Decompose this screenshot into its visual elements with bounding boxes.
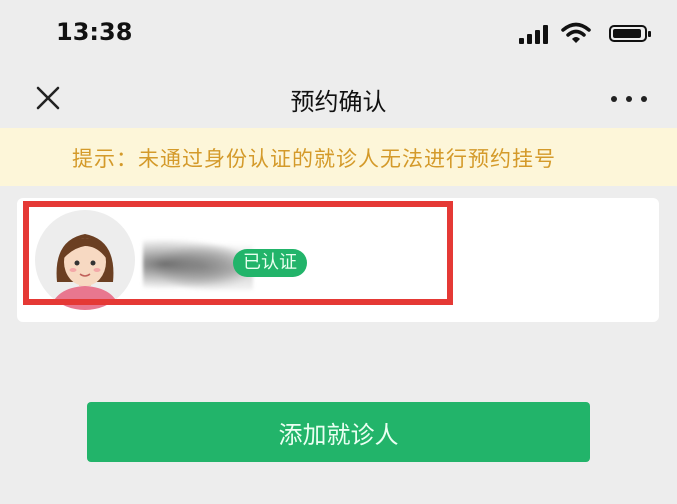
patient-item[interactable]	[23, 201, 453, 305]
signal-icon	[519, 24, 549, 44]
wifi-icon	[561, 22, 591, 43]
more-icon[interactable]	[609, 84, 649, 112]
notice-text: 提示：未通过身份认证的就诊人无法进行预约挂号	[72, 147, 556, 171]
patient-card: 已认证	[17, 198, 659, 322]
status-bar: 13:38	[0, 0, 677, 66]
battery-icon	[609, 25, 651, 42]
page-title: 预约确认	[290, 88, 387, 116]
status-icons	[507, 22, 651, 46]
status-time: 13:38	[56, 18, 133, 46]
nav-bar: 预约确认	[0, 66, 677, 128]
add-patient-button[interactable]: 添加就诊人	[87, 402, 590, 462]
notice-banner: 提示：未通过身份认证的就诊人无法进行预约挂号	[0, 128, 677, 186]
